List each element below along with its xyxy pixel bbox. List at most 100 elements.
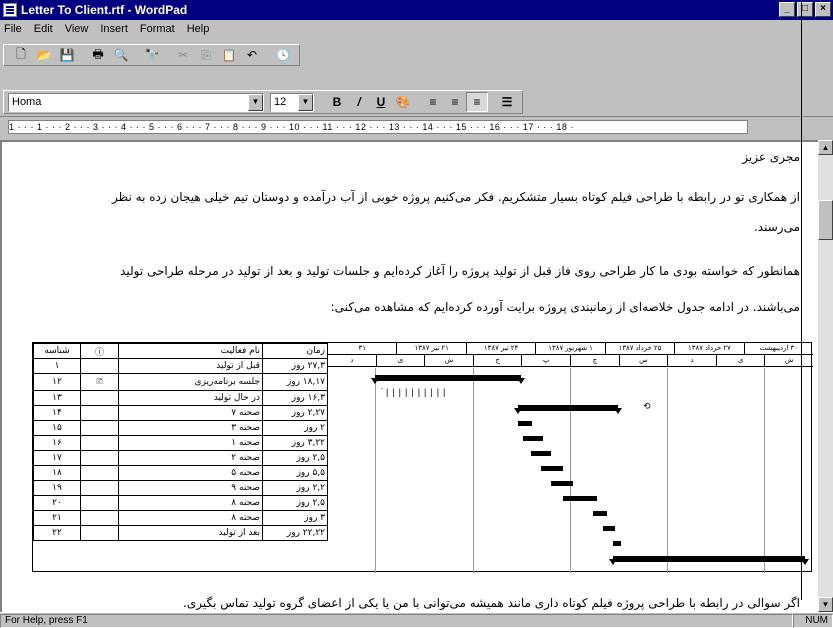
row-id: ۱۵ [33, 420, 81, 436]
row-id: ۱۴ [33, 405, 81, 421]
find-icon[interactable]: 🔭 [141, 45, 163, 65]
align-right-icon[interactable]: ≡ [466, 92, 488, 112]
menu-help[interactable]: Help [187, 23, 210, 35]
row-duration: ۲,۵ روز [262, 495, 328, 511]
timescale-label: ۱ شهریور ۱۳۸۷ [535, 343, 604, 354]
scroll-down-icon[interactable]: ▼ [818, 597, 833, 612]
status-help-text: For Help, press F1 [0, 613, 793, 628]
scroll-up-icon[interactable]: ▲ [818, 140, 833, 155]
timescale-day: ج [472, 355, 522, 366]
menu-view[interactable]: View [65, 23, 89, 35]
table-row: ۲۲ بعد از تولید ۲۲,۲۲ روز [33, 525, 328, 541]
insert-datetime-icon[interactable]: 🕓 [272, 45, 294, 65]
paste-icon[interactable]: 📋 [218, 45, 240, 65]
close-button[interactable]: × [815, 2, 831, 17]
row-duration: ۲۷,۳ روز [262, 358, 328, 374]
row-indicator [80, 480, 119, 496]
paragraph-2-line-2: می‌باشند. در ادامه جدول خلاصه‌ای از زمان… [330, 300, 800, 314]
vertical-scrollbar[interactable]: ▲ ▼ [818, 140, 833, 612]
link-indicator: ⟲ [643, 401, 651, 411]
row-indicator [80, 358, 119, 374]
row-duration: ۱۶,۳ روز [262, 390, 328, 406]
menu-file[interactable]: File [4, 23, 22, 35]
print-icon[interactable]: 🖶 [87, 45, 109, 65]
scroll-thumb[interactable] [818, 200, 833, 240]
align-left-icon[interactable]: ≡ [422, 92, 444, 112]
menu-bar: File Edit View Insert Format Help [0, 20, 833, 38]
row-duration: ۲,۵ روز [262, 450, 328, 466]
status-num-indicator: NUM [793, 613, 833, 628]
timescale-bottom: ش ی د س چ پ ج ش ی د [327, 355, 813, 367]
undo-icon[interactable]: ↶ [241, 45, 263, 65]
new-icon[interactable]: 🗋 [10, 45, 32, 65]
row-name: صحنه ۸ [118, 510, 263, 526]
row-id: ۱۷ [33, 450, 81, 466]
timescale-label: ۳۰ اردیبهشت [743, 343, 813, 354]
menu-edit[interactable]: Edit [34, 23, 53, 35]
window-title: Letter To Client.rtf - WordPad [21, 3, 188, 17]
task-bar [613, 541, 621, 546]
minimize-button[interactable]: _ [779, 2, 795, 17]
row-id: ۲۰ [33, 495, 81, 511]
timescale-day: ی [375, 355, 425, 366]
task-bar [563, 496, 597, 501]
row-indicator [80, 510, 119, 526]
timescale-day: ی [715, 355, 765, 366]
italic-button[interactable]: / [348, 92, 370, 112]
gantt-chart-object[interactable]: شناسه ⓘ نام فعالیت زمان ۱ قبل از تولید ۲۷,… [32, 342, 813, 573]
col-indicator: ⓘ [80, 343, 119, 359]
paragraph-2-line-1: همانطور که خواسته بودی ما کار طراحی روی … [120, 264, 800, 278]
task-bar [518, 421, 532, 426]
maximize-button[interactable]: □ [797, 2, 813, 17]
underline-button[interactable]: U [370, 92, 392, 112]
timescale-day: ش [424, 355, 473, 366]
align-center-icon[interactable]: ≡ [444, 92, 466, 112]
timescale-day: س [618, 355, 668, 366]
bold-button[interactable]: B [326, 92, 348, 112]
row-duration: ۲,۲۷ روز [262, 405, 328, 421]
bullets-icon[interactable]: ☰ [496, 92, 518, 112]
row-name: صحنه ۲ [118, 450, 263, 466]
timescale-label: ۲۱ تیر ۱۳۸۷ [396, 343, 465, 354]
row-duration: ۲ روز [262, 420, 328, 436]
menu-insert[interactable]: Insert [100, 23, 128, 35]
ruler-scale: 1 · · · 1 · · · 2 · · · 3 · · · 4 · · · … [8, 120, 748, 134]
row-name: قبل از تولید [118, 358, 263, 374]
row-duration: ۳ روز [262, 510, 328, 526]
gantt-timeline: ۳۰ اردیبهشت ۲۷ خرداد ۱۳۸۷ ۲۵ خرداد ۱۳۸۷ … [327, 343, 813, 573]
save-icon[interactable]: 💾 [56, 45, 78, 65]
row-indicator [80, 450, 119, 466]
print-preview-icon[interactable]: 🔍 [110, 45, 132, 65]
row-indicator [80, 525, 119, 541]
row-id: ۲۱ [33, 510, 81, 526]
table-row: ۱۲ 🗈 جلسه برنامه‌ریزی ۱۸,۱۷ روز [33, 373, 328, 391]
title-bar[interactable]: Letter To Client.rtf - WordPad _ □ × [0, 0, 833, 20]
menu-format[interactable]: Format [140, 23, 175, 35]
chevron-down-icon[interactable]: ▼ [248, 93, 263, 111]
row-name: صحنه ۵ [118, 465, 263, 481]
row-id: ۱۳ [33, 390, 81, 406]
table-row: ۱۷ صحنه ۲ ۲,۵ روز [33, 450, 328, 466]
row-id: ۲۲ [33, 525, 81, 541]
grid-line [375, 368, 376, 573]
row-name: بعد از تولید [118, 525, 263, 541]
row-duration: ۵,۵ روز [262, 465, 328, 481]
cut-icon[interactable]: ✂ [172, 45, 194, 65]
task-bar [551, 481, 573, 486]
palette-icon[interactable]: 🎨 [392, 92, 414, 112]
row-id: ۱۹ [33, 480, 81, 496]
font-select[interactable]: Homa ▼ [8, 92, 264, 112]
open-icon[interactable]: 📂 [33, 45, 55, 65]
copy-icon[interactable]: ⎘ [195, 45, 217, 65]
timescale-label: ۲۴ تیر ۱۳۸۷ [465, 343, 535, 354]
wordpad-app-icon[interactable] [3, 3, 17, 17]
font-size-select[interactable]: 12 ▼ [270, 92, 314, 112]
table-row: ۲۱ صحنه ۸۳ روز [33, 510, 328, 526]
row-duration: ۲,۲ روز [262, 480, 328, 496]
ruler[interactable]: 1 · · · 1 · · · 2 · · · 3 · · · 4 · · · … [0, 116, 833, 138]
chevron-down-icon[interactable]: ▼ [298, 93, 313, 111]
grid-line [473, 368, 474, 573]
format-toolbar: Homa ▼ 12 ▼ B / U 🎨 ≡ ≡ ≡ ☰ [3, 90, 523, 114]
document-area[interactable]: مجری عزیز از همکاری تو در رابطه با طراحی… [0, 140, 818, 612]
split-task: ׁׁׁׁׁׁׁׁ|||||||||| [382, 387, 450, 397]
